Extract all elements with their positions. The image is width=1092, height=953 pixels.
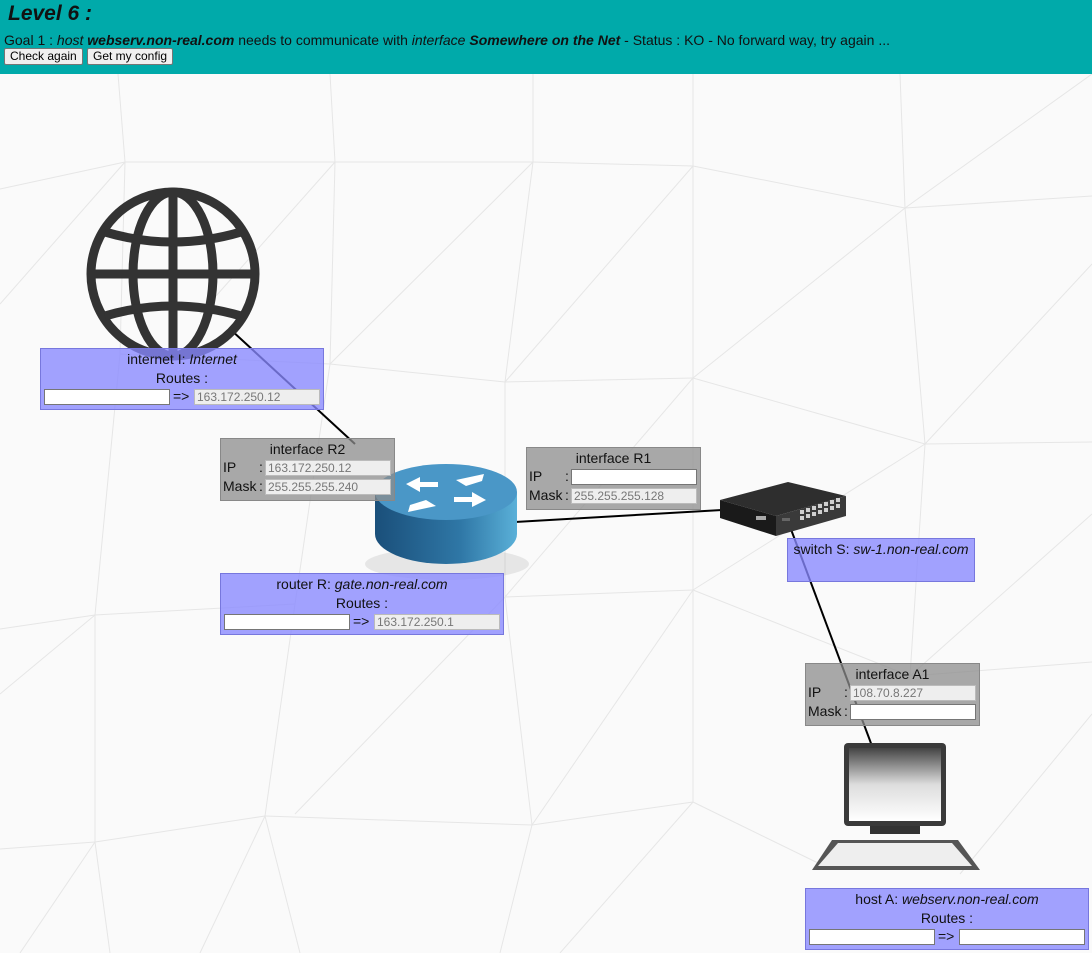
network-canvas: internet I: Internet Routes : => interfa… [0,74,1092,953]
interface-r2-panel: interface R2 IP : Mask : [220,438,395,501]
internet-panel: internet I: Internet Routes : => [40,348,324,410]
goal-line: Goal 1 : host webserv.non-real.com needs… [4,32,890,48]
interface-r1-ip-input[interactable] [571,469,697,485]
interface-r1-ip-row: IP : [527,468,700,487]
interface-r2-ip-colon: : [259,459,263,475]
interface-a1-ip-label: IP [808,684,822,700]
internet-routes-label: Routes : [155,370,209,386]
goal-status: - Status : KO - No forward way, try agai… [620,32,890,48]
internet-route-destination-input[interactable] [44,389,170,405]
interface-r1-panel: interface R1 IP : Mask : [526,447,701,510]
interface-a1-mask-colon: : [844,703,848,719]
host-title: host A: webserv.non-real.com [806,890,1088,909]
host-route-gateway-input[interactable] [959,929,1085,945]
host-name: webserv.non-real.com [902,891,1039,907]
host-route-destination-input[interactable] [809,929,935,945]
interface-r2-mask-label: Mask [223,478,257,494]
get-config-button[interactable]: Get my config [87,48,174,65]
interface-r2-ip-row: IP : [221,459,394,478]
interface-r1-ip-label: IP [529,468,543,484]
router-title-prefix: router R: [276,576,335,592]
interface-r1-mask-field [571,488,697,504]
goal-host-name: webserv.non-real.com [87,32,235,48]
router-title: router R: gate.non-real.com [221,575,503,594]
interface-r1-mask-row: Mask : [527,487,700,506]
router-route-row: => [221,613,503,632]
interface-a1-mask-input[interactable] [850,704,976,720]
host-title-prefix: host A: [855,891,902,907]
switch-title: switch S: sw-1.non-real.com [788,540,974,559]
internet-title: internet I: Internet [41,350,323,369]
switch-icon[interactable] [716,478,848,538]
interface-a1-mask-row: Mask : [806,703,979,722]
link-router-switch [514,509,723,523]
goal-interface-name: Somewhere on the Net [469,32,621,48]
interface-r1-title: interface R1 [575,450,652,466]
switch-panel: switch S: sw-1.non-real.com [787,538,975,582]
goal-mid: needs to communicate with [234,32,412,48]
interface-r1-ip-colon: : [565,468,569,484]
level-header: Level 6 : Goal 1 : host webserv.non-real… [0,0,1092,74]
goal-interface-word: interface [411,32,466,48]
interface-r2-mask-field [265,479,391,495]
interface-r2-mask-colon: : [259,478,263,494]
interface-a1-ip-colon: : [844,684,848,700]
internet-route-gateway-field [194,389,320,405]
router-route-arrow: => [353,613,370,629]
internet-name: Internet [189,351,237,367]
interface-a1-title: interface A1 [855,666,930,682]
host-route-row: => [806,928,1088,947]
interface-a1-ip-row: IP : [806,684,979,703]
laptop-icon[interactable] [810,742,982,872]
host-panel: host A: webserv.non-real.com Routes : => [805,888,1089,950]
router-route-gateway-field [374,614,500,630]
interface-r2-mask-row: Mask : [221,478,394,497]
interface-a1-ip-field [850,685,976,701]
level-title: Level 6 : [8,2,93,25]
interface-a1-panel: interface A1 IP : Mask : [805,663,980,726]
internet-route-arrow: => [173,388,190,404]
router-routes-label: Routes : [335,595,389,611]
check-again-button[interactable]: Check again [4,48,83,65]
interface-r1-mask-colon: : [565,487,569,503]
interface-r2-title: interface R2 [269,441,346,457]
host-routes-label: Routes : [920,910,974,926]
router-name: gate.non-real.com [334,576,448,592]
interface-r2-ip-field [265,460,391,476]
internet-route-row: => [41,388,323,407]
interface-r2-ip-label: IP [223,459,237,475]
router-panel: router R: gate.non-real.com Routes : => [220,573,504,635]
goal-host-word: host [56,32,84,48]
host-route-arrow: => [938,928,955,944]
switch-name: sw-1.non-real.com [853,541,969,557]
interface-r1-mask-label: Mask [529,487,563,503]
goal-prefix: Goal 1 : [4,32,57,48]
switch-title-prefix: switch S: [793,541,854,557]
globe-icon[interactable] [85,186,261,362]
interface-a1-mask-label: Mask [808,703,842,719]
internet-title-prefix: internet I: [127,351,190,367]
router-route-destination-input[interactable] [224,614,350,630]
